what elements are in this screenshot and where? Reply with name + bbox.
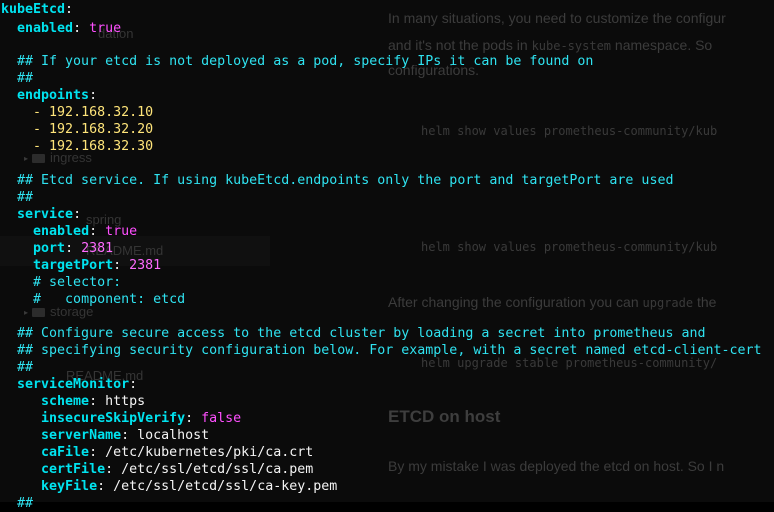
yaml-comment: # component: etcd (1, 291, 185, 308)
yaml-key: kubeEtcd (1, 2, 66, 17)
yaml-value: /etc/ssl/etcd/ssl/ca-key.pem (113, 479, 338, 494)
comment-text: ## If your etcd is not deployed as a pod… (17, 54, 594, 69)
yaml-line: caFile: /etc/kubernetes/pki/ca.crt (41, 445, 314, 460)
yaml-key: targetPort (33, 258, 114, 273)
yaml-value: true (89, 21, 122, 36)
yaml-comment: ## (1, 189, 33, 206)
yaml-key: scheme (41, 394, 90, 409)
yaml-key: insecureSkipVerify (41, 411, 186, 426)
comment-text: ## (17, 71, 34, 86)
yaml-line: port: 2381 (33, 241, 114, 256)
yaml-key: serverName (41, 428, 122, 443)
yaml-line: serverName: localhost (41, 428, 210, 443)
yaml-line: targetPort: 2381 (33, 258, 162, 273)
yaml-line: serviceMonitor: (17, 377, 138, 392)
comment-text: ## (17, 360, 34, 375)
yaml-comment: # selector: (1, 274, 121, 291)
comment-text: # selector: (33, 275, 122, 290)
yaml-line: enabled: true (17, 21, 122, 36)
yaml-value: https (105, 394, 146, 409)
yaml-list-item: - 192.168.32.10 (33, 105, 154, 120)
yaml-key: caFile (41, 445, 90, 460)
yaml-line: insecureSkipVerify: false (41, 411, 242, 426)
yaml-list-item: - 192.168.32.30 (33, 139, 154, 154)
yaml-comment: ## Etcd service. If using kubeEtcd.endpo… (1, 172, 673, 189)
comment-text: ## Etcd service. If using kubeEtcd.endpo… (17, 173, 674, 188)
yaml-value: /etc/ssl/etcd/ssl/ca.pem (121, 462, 314, 477)
endpoint-ip: 192.168.32.10 (49, 105, 154, 120)
yaml-line: scheme: https (41, 394, 146, 409)
yaml-comment: ## (1, 359, 33, 376)
yaml-line: certFile: /etc/ssl/etcd/ssl/ca.pem (41, 462, 314, 477)
yaml-comment: ## If your etcd is not deployed as a pod… (1, 53, 593, 70)
yaml-key: serviceMonitor (17, 377, 130, 392)
yaml-key: enabled (17, 21, 74, 36)
yaml-key: port (33, 241, 66, 256)
yaml-key: endpoints (17, 88, 90, 103)
yaml-line: keyFile: /etc/ssl/etcd/ssl/ca-key.pem (41, 479, 338, 494)
yaml-list-item: - 192.168.32.20 (33, 122, 154, 137)
yaml-comment: ## (1, 495, 33, 512)
comment-text: ## (17, 190, 34, 205)
yaml-line: service: (17, 207, 82, 222)
endpoint-ip: 192.168.32.20 (49, 122, 154, 137)
yaml-value: /etc/kubernetes/pki/ca.crt (105, 445, 314, 460)
yaml-line: endpoints: (17, 88, 98, 103)
yaml-comment: ## specifying security configuration bel… (1, 342, 762, 359)
yaml-line: enabled: true (33, 224, 138, 239)
comment-text: ## specifying security configuration bel… (17, 343, 762, 358)
yaml-value: 2381 (81, 241, 114, 256)
yaml-line: kubeEtcd: (1, 2, 74, 17)
yaml-key: certFile (41, 462, 106, 477)
comment-text: ## Configure secure access to the etcd c… (17, 326, 706, 341)
yaml-value: false (201, 411, 242, 426)
yaml-key: keyFile (41, 479, 98, 494)
yaml-value: 2381 (129, 258, 162, 273)
yaml-value: localhost (137, 428, 210, 443)
comment-text: # component: etcd (33, 292, 186, 307)
comment-text: ## (17, 496, 34, 511)
yaml-comment: ## (1, 70, 33, 87)
yaml-key: service (17, 207, 74, 222)
terminal-editor[interactable]: kubeEtcd: enabled: true ## If your etcd … (0, 0, 774, 511)
yaml-key: enabled (33, 224, 90, 239)
yaml-comment: ## Configure secure access to the etcd c… (1, 325, 705, 342)
yaml-value: true (105, 224, 138, 239)
endpoint-ip: 192.168.32.30 (49, 139, 154, 154)
